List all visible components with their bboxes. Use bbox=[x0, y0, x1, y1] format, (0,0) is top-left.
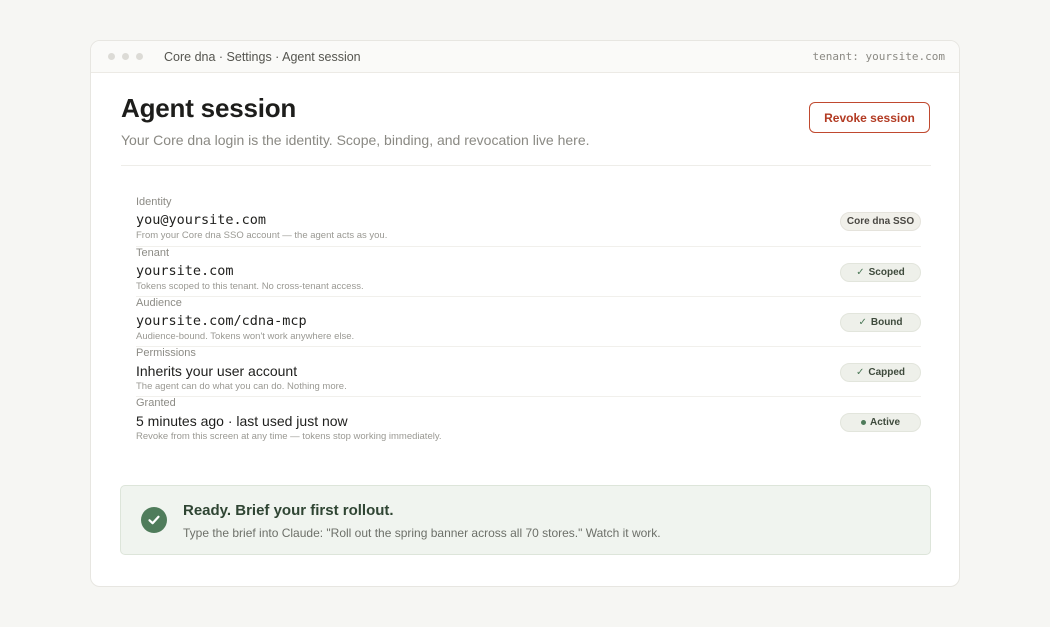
ready-title: Ready. Brief your first rollout. bbox=[183, 502, 394, 519]
window-dot-icon[interactable] bbox=[136, 53, 143, 60]
window-dot-icon[interactable] bbox=[108, 53, 115, 60]
window-controls bbox=[108, 53, 143, 60]
status-badge: ✓ Scoped bbox=[840, 263, 921, 282]
session-details: Identity you@yoursite.com From your Core… bbox=[136, 196, 921, 446]
check-icon: ✓ bbox=[856, 267, 865, 278]
detail-row-granted: Granted 5 minutes ago · last used just n… bbox=[136, 396, 921, 446]
row-label: Permissions bbox=[136, 347, 196, 359]
check-icon: ✓ bbox=[855, 367, 865, 378]
badge-label: Core dna SSO bbox=[846, 216, 915, 227]
detail-row-identity: Identity you@yoursite.com From your Core… bbox=[136, 196, 921, 246]
detail-row-permissions: Permissions Inherits your user account T… bbox=[136, 346, 921, 396]
row-note: Audience-bound. Tokens won't work anywhe… bbox=[136, 331, 355, 342]
revoke-session-button[interactable]: Revoke session bbox=[809, 102, 930, 133]
row-label: Audience bbox=[136, 297, 182, 309]
row-value: 5 minutes ago · last used just now bbox=[136, 413, 348, 429]
page-header: Agent session Your Core dna login is the… bbox=[91, 73, 959, 197]
app-window: Core dna · Settings · Agent session tena… bbox=[90, 40, 960, 587]
page-subtitle: Your Core dna login is the identity. Sco… bbox=[121, 132, 590, 148]
row-note: Revoke from this screen at any time — to… bbox=[136, 431, 442, 442]
row-value: you@yoursite.com bbox=[136, 212, 267, 228]
status-badge: ✓ Capped bbox=[840, 363, 921, 382]
window-dot-icon[interactable] bbox=[122, 53, 129, 60]
row-label: Tenant bbox=[136, 247, 170, 259]
status-badge: Active bbox=[840, 413, 921, 432]
row-value: yoursite.com/cdna-mcp bbox=[136, 313, 307, 329]
status-badge: Core dna SSO bbox=[840, 212, 921, 231]
row-value: yoursite.com bbox=[136, 263, 234, 279]
breadcrumb: Core dna · Settings · Agent session bbox=[164, 49, 361, 64]
title-bar: Core dna · Settings · Agent session tena… bbox=[91, 41, 959, 73]
detail-row-tenant: Tenant yoursite.com Tokens scoped to thi… bbox=[136, 246, 921, 296]
badge-label: Bound bbox=[870, 317, 903, 328]
ready-banner: Ready. Brief your first rollout. Type th… bbox=[120, 485, 931, 555]
check-circle-icon bbox=[141, 507, 167, 533]
detail-row-audience: Audience yoursite.com/cdna-mcp Audience-… bbox=[136, 296, 921, 346]
badge-label: Capped bbox=[868, 367, 906, 378]
row-note: Tokens scoped to this tenant. No cross-t… bbox=[136, 281, 364, 292]
row-note: From your Core dna SSO account — the age… bbox=[136, 230, 388, 241]
row-note: The agent can do what you can do. Nothin… bbox=[136, 381, 347, 392]
tenant-label: tenant: yoursite.com bbox=[812, 50, 945, 63]
row-value: Inherits your user account bbox=[136, 363, 298, 379]
row-label: Identity bbox=[136, 196, 172, 208]
row-label: Granted bbox=[136, 397, 176, 409]
check-icon: ✓ bbox=[858, 317, 867, 328]
page-title: Agent session bbox=[121, 93, 297, 123]
badge-label: Active bbox=[869, 417, 900, 428]
ready-text: Type the brief into Claude: "Roll out th… bbox=[183, 526, 661, 540]
active-dot-icon bbox=[860, 420, 866, 425]
badge-label: Scoped bbox=[868, 267, 905, 278]
status-badge: ✓ Bound bbox=[840, 313, 921, 332]
divider bbox=[121, 165, 931, 166]
